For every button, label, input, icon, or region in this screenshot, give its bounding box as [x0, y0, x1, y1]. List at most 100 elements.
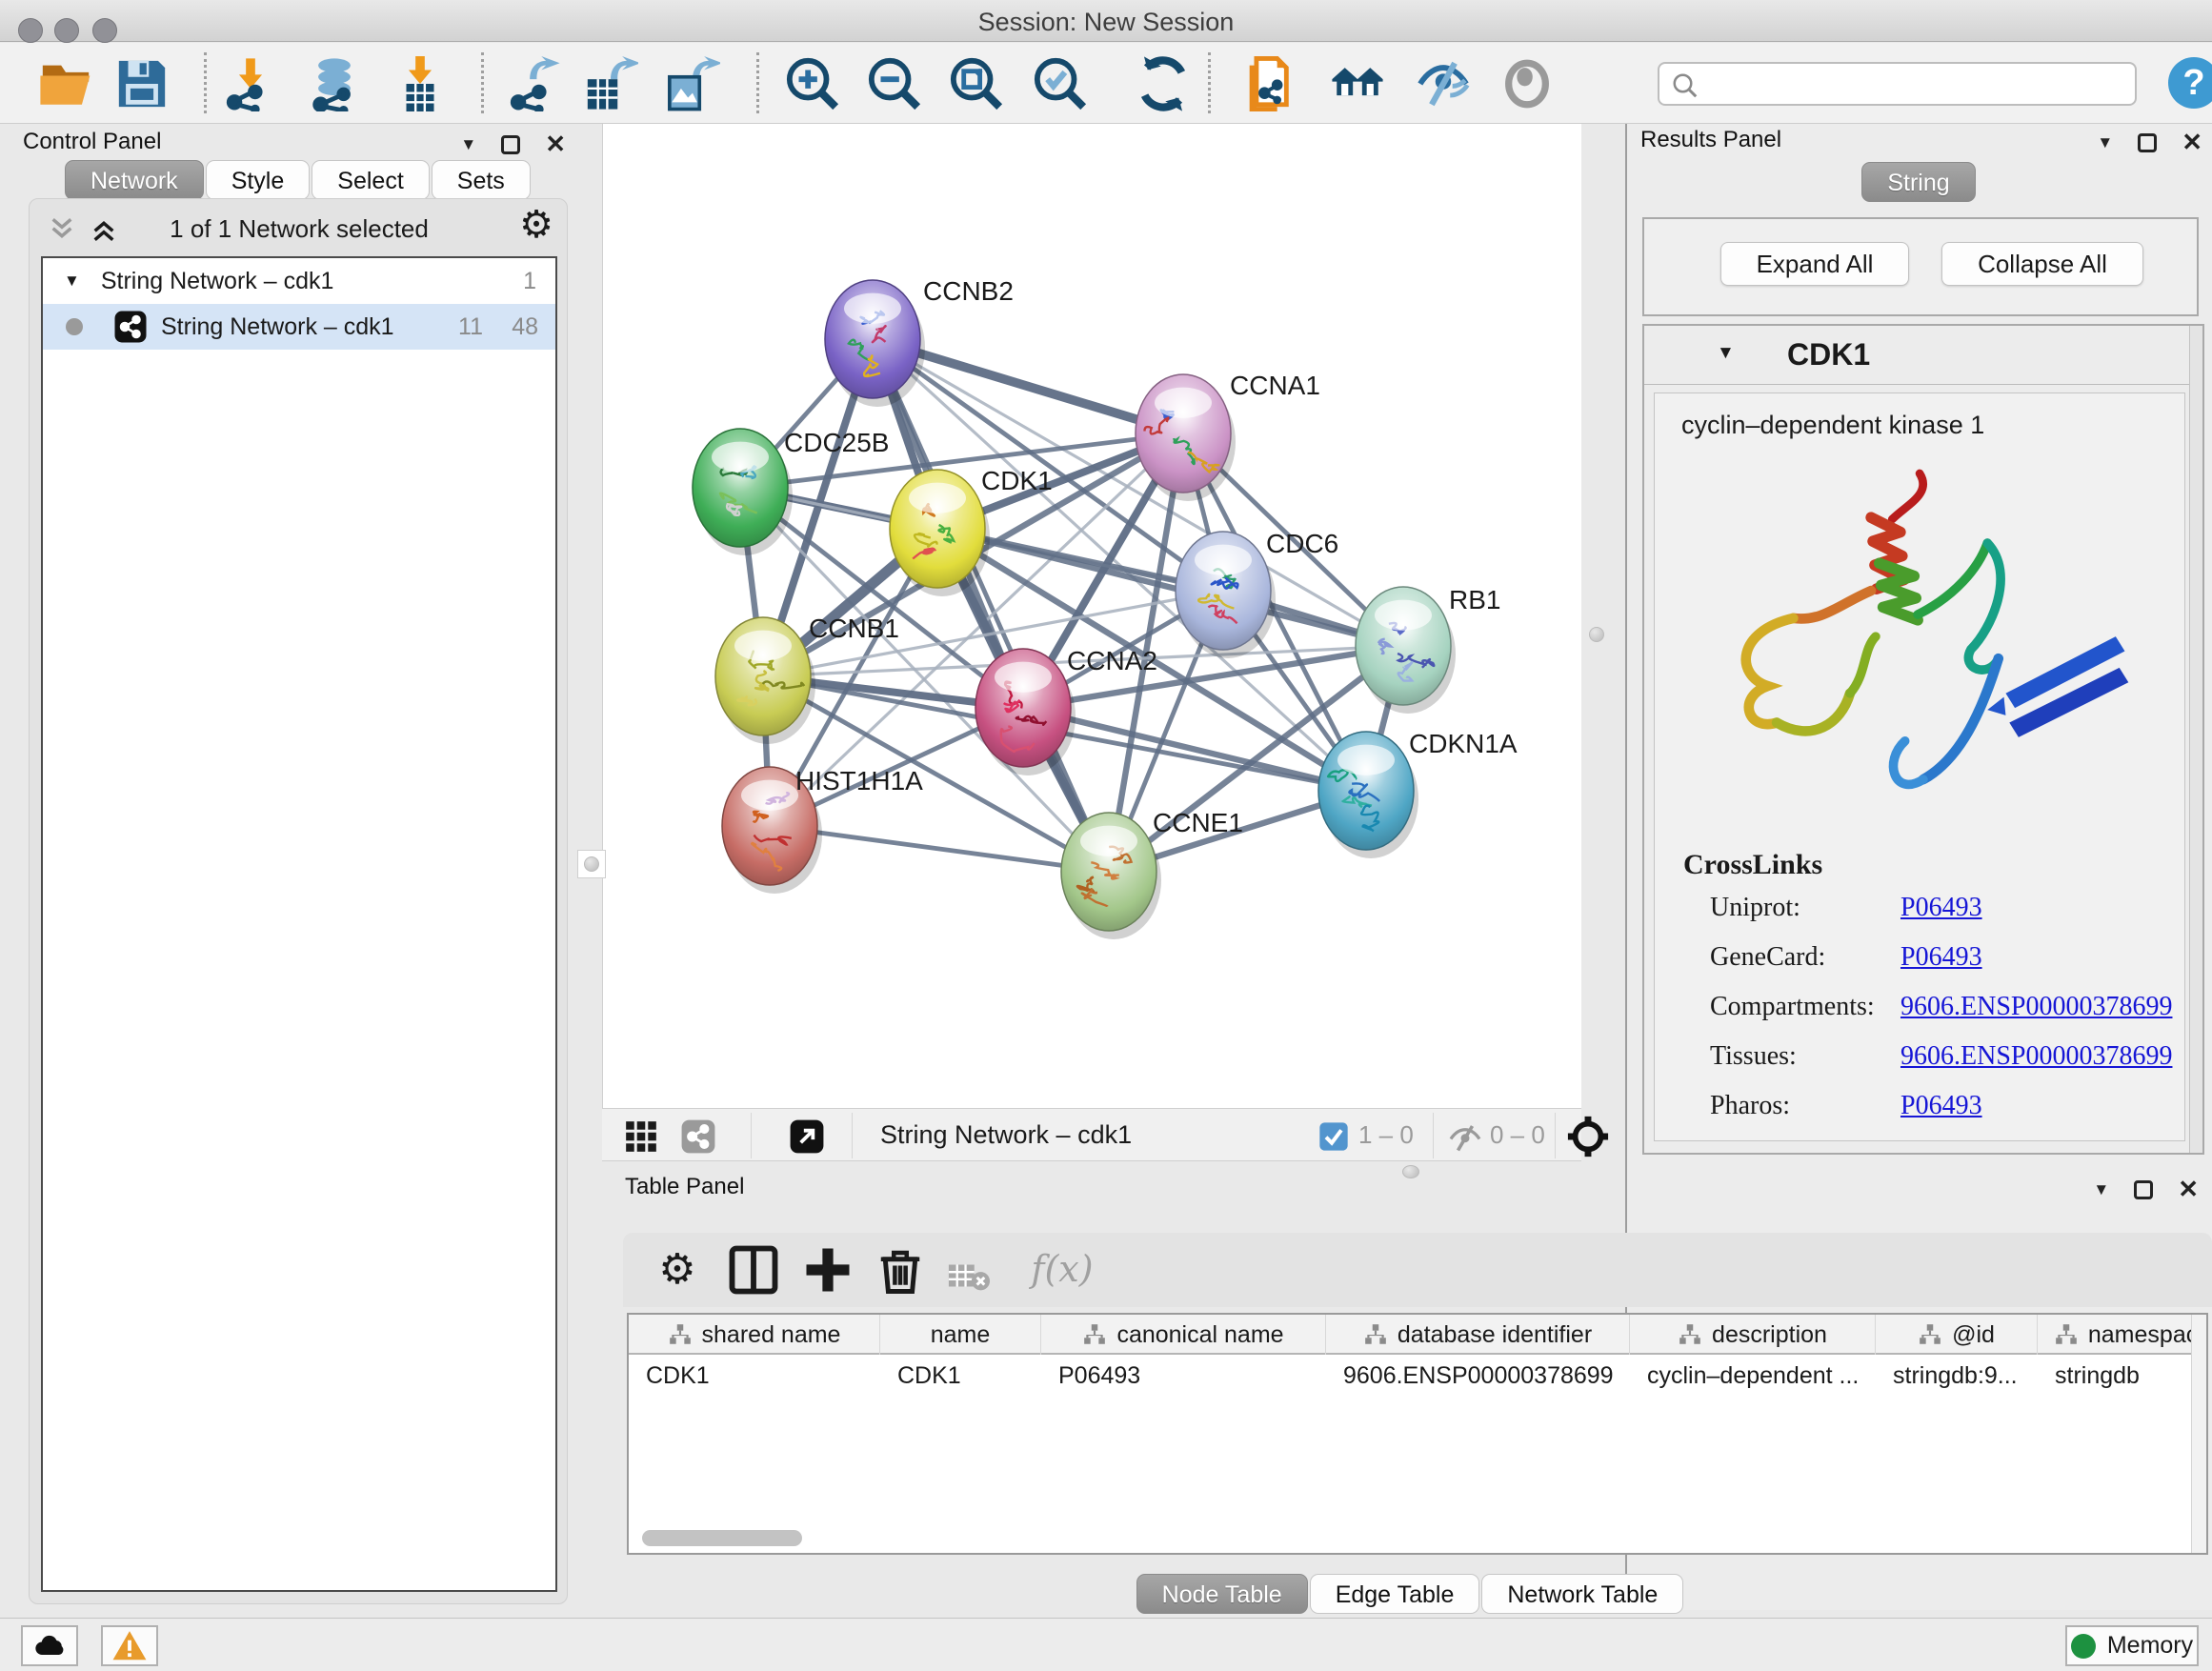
import-network-file-icon[interactable] — [223, 56, 278, 111]
node-CDC6[interactable] — [1176, 532, 1276, 658]
zoom-selected-icon[interactable] — [1033, 56, 1088, 111]
table-cell[interactable]: P06493 — [1041, 1355, 1326, 1397]
import-table-icon[interactable] — [392, 56, 448, 111]
node-CDKN1A[interactable] — [1318, 732, 1418, 858]
float-panel-icon[interactable] — [2138, 133, 2157, 152]
export-table-icon[interactable] — [583, 56, 638, 111]
search-icon — [1671, 71, 1699, 100]
table-cell[interactable]: stringdb:9... — [1876, 1355, 2038, 1397]
node-CDK1[interactable] — [890, 470, 990, 596]
delete-column-icon[interactable] — [875, 1244, 926, 1296]
crosslink-value[interactable]: P06493 — [1900, 1091, 1982, 1121]
node-CCNB1[interactable] — [715, 617, 815, 744]
node-table: shared namenamecanonical namedatabase id… — [627, 1313, 2208, 1555]
float-panel-icon[interactable] — [501, 135, 520, 154]
left-splitter-handle[interactable] — [577, 850, 606, 878]
grid-view-icon[interactable] — [623, 1118, 659, 1155]
window-title: Session: New Session — [0, 8, 2212, 37]
table-cell[interactable]: cyclin–dependent ... — [1630, 1355, 1876, 1397]
selected-checkbox-icon[interactable] — [1318, 1121, 1349, 1152]
node-label-CCNE1: CCNE1 — [1153, 808, 1243, 837]
network-view-icon[interactable] — [680, 1118, 716, 1155]
zoom-in-icon[interactable] — [785, 56, 840, 111]
column-header[interactable]: @id — [1876, 1315, 2038, 1355]
column-header[interactable]: canonical name — [1041, 1315, 1326, 1355]
crosslink-value[interactable]: 9606.ENSP00000378699 — [1900, 992, 2172, 1022]
panel-menu-icon[interactable]: ▼ — [2093, 1180, 2109, 1199]
network-row[interactable]: String Network – cdk1 11 48 — [43, 304, 555, 350]
network-options-gear-icon[interactable]: ⚙ — [519, 203, 553, 247]
toolbar-separator — [756, 52, 759, 113]
column-header[interactable]: namespace — [2038, 1315, 2208, 1355]
refresh-icon[interactable] — [1136, 56, 1191, 111]
function-builder-icon[interactable]: f(x) — [1019, 1244, 1105, 1296]
tab-node-table[interactable]: Node Table — [1136, 1574, 1308, 1614]
string-import-icon[interactable] — [1240, 56, 1296, 111]
close-panel-icon[interactable]: ✕ — [2182, 128, 2202, 157]
crosslink-value[interactable]: 9606.ENSP00000378699 — [1900, 1041, 2172, 1072]
tab-style[interactable]: Style — [206, 160, 311, 200]
tab-network-table[interactable]: Network Table — [1481, 1574, 1683, 1614]
show-columns-icon[interactable] — [728, 1244, 779, 1296]
tab-network[interactable]: Network — [65, 160, 204, 200]
collection-expand-icon[interactable]: ▼ — [64, 272, 80, 291]
help-icon[interactable]: ? — [2168, 57, 2212, 109]
node-RB1[interactable] — [1356, 587, 1456, 714]
home-icon[interactable] — [1330, 56, 1385, 111]
column-header[interactable]: shared name — [629, 1315, 880, 1355]
hide-panels-icon[interactable] — [1416, 56, 1471, 111]
close-panel-icon[interactable]: ✕ — [545, 130, 566, 159]
table-options-gear-icon[interactable]: ⚙ — [652, 1244, 703, 1296]
table-vscrollbar[interactable] — [2191, 1315, 2206, 1553]
node-CCNA2[interactable] — [975, 649, 1076, 775]
column-header[interactable]: description — [1630, 1315, 1876, 1355]
panel-menu-icon[interactable]: ▼ — [2097, 133, 2113, 152]
node-CCNB2[interactable] — [825, 280, 925, 407]
table-cell[interactable]: stringdb — [2038, 1355, 2208, 1397]
network-view-toolbar: String Network – cdk1 1 – 0 0 – 0 — [602, 1108, 1581, 1161]
birds-eye-view-icon[interactable] — [1566, 1115, 1610, 1158]
gene-header-row[interactable]: ▼ CDK1 — [1644, 326, 2202, 385]
tab-string[interactable]: String — [1861, 162, 1975, 202]
gene-collapse-icon[interactable]: ▼ — [1717, 343, 1735, 364]
table-cell[interactable]: 9606.ENSP00000378699 — [1326, 1355, 1630, 1397]
node-label-CDC25B: CDC25B — [784, 428, 889, 457]
table-row[interactable]: CDK1CDK1P064939606.ENSP00000378699cyclin… — [629, 1355, 2206, 1397]
tab-select[interactable]: Select — [312, 160, 429, 200]
open-file-icon[interactable] — [38, 56, 93, 111]
float-panel-icon[interactable] — [2134, 1180, 2153, 1199]
column-header[interactable]: name — [880, 1315, 1041, 1355]
cloud-status-button[interactable] — [21, 1625, 78, 1666]
tab-edge-table[interactable]: Edge Table — [1310, 1574, 1480, 1614]
save-session-icon[interactable] — [114, 56, 170, 111]
crosslink-value[interactable]: P06493 — [1900, 893, 1982, 923]
create-column-icon[interactable] — [802, 1244, 854, 1296]
import-network-database-icon[interactable] — [307, 56, 362, 111]
expand-all-button[interactable]: Expand All — [1720, 242, 1909, 286]
delete-table-icon[interactable] — [947, 1250, 991, 1301]
column-header[interactable]: database identifier — [1326, 1315, 1630, 1355]
node-CCNE1[interactable] — [1061, 813, 1161, 939]
search-input[interactable] — [1709, 68, 2128, 100]
show-panel-icon[interactable] — [1499, 56, 1555, 111]
network-canvas[interactable]: CCNB2CCNA1CDC25BCDK1CDC6RB1CCNB1CCNA2CDK… — [602, 124, 1581, 1108]
right-splitter-handle[interactable] — [1584, 621, 1609, 648]
warning-status-button[interactable] — [101, 1625, 158, 1666]
table-cell[interactable]: CDK1 — [880, 1355, 1041, 1397]
close-panel-icon[interactable]: ✕ — [2178, 1175, 2199, 1204]
table-hscrollbar[interactable] — [631, 1528, 2193, 1549]
panel-menu-icon[interactable]: ▼ — [460, 135, 476, 154]
open-in-window-icon[interactable] — [789, 1118, 825, 1155]
hidden-eye-icon[interactable] — [1448, 1120, 1482, 1155]
zoom-out-icon[interactable] — [867, 56, 922, 111]
export-image-icon[interactable] — [665, 56, 720, 111]
results-scrollbar[interactable] — [2189, 326, 2202, 1153]
tab-sets[interactable]: Sets — [432, 160, 531, 200]
table-cell[interactable]: CDK1 — [629, 1355, 880, 1397]
memory-button[interactable]: Memory — [2065, 1625, 2199, 1666]
zoom-fit-icon[interactable] — [949, 56, 1004, 111]
export-network-icon[interactable] — [507, 56, 562, 111]
collapse-all-button[interactable]: Collapse All — [1941, 242, 2143, 286]
network-collection-row[interactable]: ▼ String Network – cdk1 1 — [43, 258, 555, 304]
crosslink-value[interactable]: P06493 — [1900, 942, 1982, 973]
